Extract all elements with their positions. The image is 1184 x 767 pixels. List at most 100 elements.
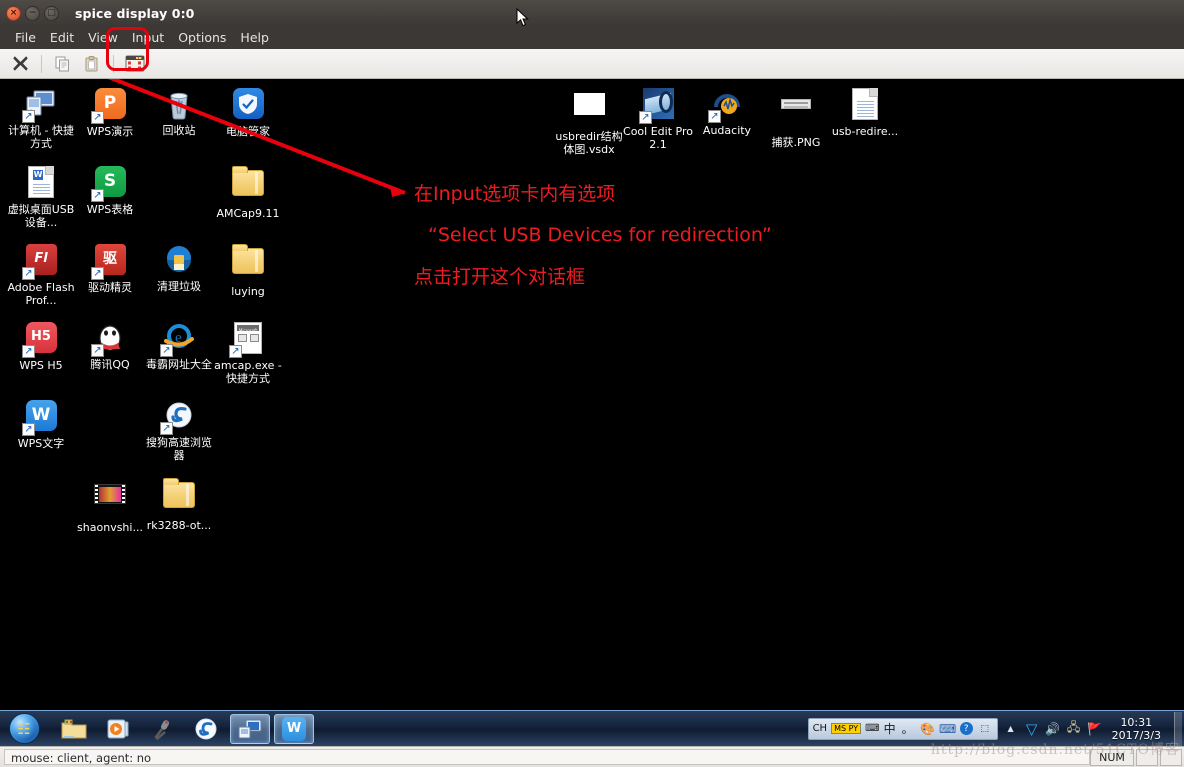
close-x-icon	[12, 56, 28, 71]
desktop-icon-label: Audacity	[702, 124, 752, 137]
desktop-icon-computer-shortcut[interactable]: 计算机 - 快捷方式	[4, 87, 78, 150]
desktop-icon-cool-edit-pro[interactable]: Cool Edit Pro 2.1	[621, 87, 695, 151]
menu-input[interactable]: Input	[125, 28, 171, 47]
usb-redirect-icon	[125, 55, 145, 72]
shortcut-badge-icon	[22, 267, 35, 280]
desktop-icon-rk3288-folder[interactable]: rk3288-ot...	[142, 477, 216, 533]
desktop-icon-label: Adobe Flash Prof...	[7, 281, 75, 307]
ime-toolbar[interactable]: CH MS PY ⌨ 中 。 🎨 ⌨ ? ⬚	[807, 717, 998, 740]
taskbar-microphone[interactable]	[142, 714, 182, 744]
help-icon[interactable]: ?	[959, 722, 973, 735]
desktop-icon-shaonvshi-video[interactable]: shaonvshi...	[73, 477, 147, 535]
menu-options[interactable]: Options	[171, 28, 233, 47]
ime-toolbox-icon[interactable]: 🎨	[920, 721, 936, 737]
annotation-line-1: 在Input选项卡内有选项	[414, 183, 616, 205]
desktop-icon-usb-redirect-doc[interactable]: usb-redire...	[828, 87, 902, 139]
taskbar-windows-explorer[interactable]	[54, 714, 94, 744]
show-hidden-icons-icon[interactable]: ▲	[1003, 721, 1019, 737]
desktop-icon-wps-presentation[interactable]: P WPS演示	[73, 87, 147, 139]
paste-button[interactable]	[79, 52, 105, 76]
desktop-icon-sogou-browser[interactable]: 搜狗高速浏览器	[142, 399, 216, 462]
shortcut-badge-icon	[91, 111, 104, 124]
annotation-line-2: “Select USB Devices for redirection”	[428, 224, 772, 246]
disconnect-button[interactable]	[7, 52, 33, 76]
amcap-shortcut-icon: Microsoft	[229, 322, 265, 358]
menu-edit[interactable]: Edit	[43, 28, 81, 47]
wps-writer-icon: W	[282, 716, 306, 741]
taskbar-computer-window[interactable]	[230, 713, 270, 744]
desktop-icon-virtual-desktop-usb-doc[interactable]: W 虚拟桌面USB设备...	[4, 165, 78, 229]
menu-file[interactable]: File	[8, 28, 43, 47]
adobe-flash-icon: Fl	[22, 244, 58, 280]
security-shield-icon[interactable]: ▽	[1024, 720, 1040, 738]
sogou-browser-icon	[195, 718, 217, 739]
desktop-icon-clean-junk[interactable]: 清理垃圾	[142, 243, 216, 294]
desktop-icon-usbredir-diagram[interactable]: usbredir结构体图.vsdx	[552, 87, 626, 156]
shortcut-badge-icon	[91, 267, 104, 280]
desktop-icon-label: WPS文字	[17, 437, 65, 450]
zip-folder-icon	[162, 478, 196, 516]
copy-icon	[55, 56, 69, 71]
desktop-icon-label: usb-redire...	[831, 125, 899, 138]
desktop-icon-amcap-folder[interactable]: AMCap9.11	[211, 165, 285, 221]
desktop-icon-recycle-bin[interactable]: 回收站	[142, 87, 216, 138]
close-window-button[interactable]: ×	[6, 5, 21, 21]
network-warning-icon[interactable]: 🖧	[1066, 720, 1082, 737]
desktop-icon-pc-manager[interactable]: 电脑管家	[211, 87, 285, 139]
desktop-icon-wps-writer[interactable]: W WPS文字	[4, 399, 78, 451]
ime-keyboard-icon[interactable]: ⌨	[865, 723, 879, 734]
microphone-icon	[154, 719, 169, 740]
window-titlebar: × − □ spice display 0:0	[0, 0, 1184, 26]
clock[interactable]: 10:31 2017/3/3	[1108, 716, 1169, 742]
desktop-icon-label: 搜狗高速浏览器	[146, 436, 212, 462]
taskbar-media-player[interactable]	[98, 714, 138, 744]
maximize-window-button[interactable]: □	[44, 5, 59, 21]
desktop-icon-duba-websites[interactable]: e 毒霸网址大全	[142, 321, 216, 372]
minimize-window-button[interactable]: −	[25, 5, 40, 21]
computer-window-icon	[238, 719, 262, 738]
internet-explorer-icon: e	[160, 321, 196, 357]
ime-punctuation-icon[interactable]: 。	[900, 721, 916, 737]
desktop-icon-label: Cool Edit Pro 2.1	[623, 125, 693, 151]
desktop-icon-audacity[interactable]: Audacity	[690, 87, 764, 138]
copy-button[interactable]	[50, 52, 76, 76]
png-image-icon	[779, 99, 813, 133]
paste-icon	[85, 55, 98, 71]
desktop-icon-wps-h5[interactable]: H5 WPS H5	[4, 321, 78, 373]
desktop-icon-label: 虚拟桌面USB设备...	[7, 203, 75, 229]
menu-help[interactable]: Help	[233, 28, 276, 47]
desktop-icon-label: usbredir结构体图.vsdx	[555, 130, 623, 156]
shortcut-badge-icon	[160, 422, 173, 435]
qq-icon	[91, 321, 127, 357]
desktop-icon-tencent-qq[interactable]: 腾讯QQ	[73, 321, 147, 372]
ime-mode-label[interactable]: 中	[884, 720, 896, 737]
cool-edit-pro-icon	[639, 88, 675, 124]
visio-file-icon	[572, 93, 606, 127]
windows-logo-icon: ☷	[8, 713, 40, 744]
annotation-arrow-icon	[107, 79, 406, 197]
menu-view[interactable]: View	[81, 28, 125, 47]
folder-icon	[231, 244, 265, 282]
start-button[interactable]: ☷	[2, 712, 46, 746]
menubar: File Edit View Input Options Help	[0, 26, 1184, 49]
desktop-icon-label: 驱动精灵	[88, 281, 132, 294]
action-center-icon[interactable]: 🚩	[1087, 721, 1103, 737]
taskbar-wps-writer[interactable]: W	[274, 713, 314, 744]
desktop-icon-adobe-flash[interactable]: Fl Adobe Flash Prof...	[4, 243, 78, 307]
desktop-icon-driver-genius[interactable]: 驱 驱动精灵	[73, 243, 147, 295]
shortcut-badge-icon	[708, 110, 721, 123]
desktop-icon-capture-png[interactable]: 捕获.PNG	[759, 87, 833, 150]
desktop-icon-wps-spreadsheet[interactable]: S WPS表格	[73, 165, 147, 217]
desktop-icon-label: WPS演示	[86, 125, 134, 138]
shortcut-badge-icon	[91, 344, 104, 357]
desktop-icon-amcap-shortcut[interactable]: Microsoft amcap.exe - 快捷方式	[211, 321, 285, 385]
usb-redirect-button[interactable]	[122, 52, 148, 76]
shortcut-badge-icon	[22, 110, 35, 123]
desktop-icon-luying-folder[interactable]: luying	[211, 243, 285, 299]
ime-keyboard-panel-icon[interactable]: ⌨	[939, 721, 956, 737]
annotation-layer: 在Input选项卡内有选项 “Select USB Devices for re…	[0, 79, 1184, 710]
blog-watermark: http://blog.csdn.net/51CTO博客	[930, 742, 1180, 758]
taskbar-sogou-browser[interactable]	[186, 714, 226, 744]
volume-icon[interactable]: 🔊	[1045, 721, 1061, 737]
ime-options-icon[interactable]: ⬚	[977, 721, 993, 737]
